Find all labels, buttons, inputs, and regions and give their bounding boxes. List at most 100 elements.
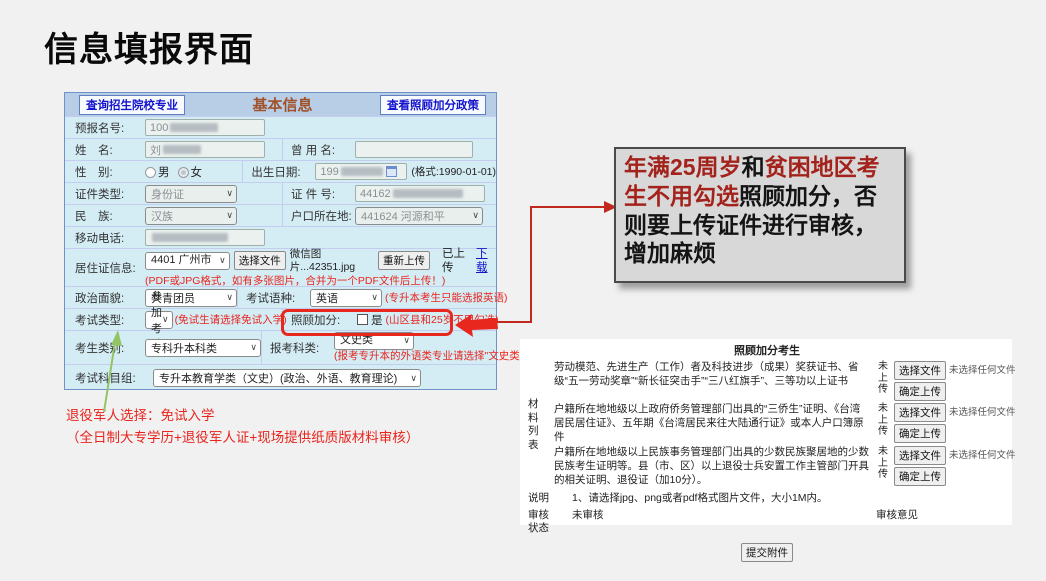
exam-lang-value: 英语 <box>316 290 338 306</box>
material-text: 户籍所在地地级以上民族事务管理部门出具的少数民族聚居地的少数民族考生证明等。县（… <box>542 446 875 487</box>
material-item: 户籍所在地地级以上政府侨务管理部门出具的“三侨生”证明、《台湾居民居住证》、五年… <box>542 403 1006 444</box>
upload-status: 未上传 <box>878 361 891 396</box>
veteran-note-line2: （全日制大专学历+退役军人证+现场提供纸质版材料审核） <box>66 427 419 449</box>
no-file-text: 未选择任何文件 <box>949 407 1016 419</box>
id-no-value: 44162 <box>360 188 391 200</box>
submit-attachment-button[interactable]: 提交附件 <box>741 543 793 562</box>
materials-list-label: 材料列表 <box>528 398 542 453</box>
ethnic-select[interactable]: 汉族∨ <box>145 207 237 225</box>
choose-file-button[interactable]: 选择文件 <box>894 361 946 380</box>
redacted-value <box>163 145 201 154</box>
prereg-input[interactable]: 100 <box>145 119 265 136</box>
household-label: 户口所在地: <box>283 208 355 224</box>
candidate-cat-value: 专科升本科类 <box>151 340 217 356</box>
name-label: 姓 名: <box>65 142 145 158</box>
row-category-subject: 考生类别: 专科升本科类∨ 报考科类: 文史类∨ (报考专升本的外语类专业请选择… <box>65 331 496 365</box>
panel-title: 照顾加分考生 <box>528 344 1006 358</box>
candidate-cat-select[interactable]: 专科升本科类∨ <box>145 339 261 357</box>
id-no-input[interactable]: 44162 <box>355 185 485 202</box>
query-colleges-button[interactable]: 查询招生院校专业 <box>79 95 185 115</box>
exam-type-label: 考试类型: <box>65 312 145 328</box>
radio-icon <box>145 167 156 178</box>
residence-label: 居住证信息: <box>65 260 145 276</box>
gender-male-radio[interactable]: 男 <box>145 164 170 180</box>
view-bonus-policy-button[interactable]: 查看照顾加分政策 <box>380 95 486 115</box>
birth-value: 199 <box>320 166 338 178</box>
exam-type-select[interactable]: 参加考试∨ <box>145 311 173 329</box>
gender-female-label: 女 <box>191 167 203 179</box>
veteran-note: 退役军人选择：免试入学 （全日制大专学历+退役军人证+现场提供纸质版材料审核） <box>66 405 419 448</box>
id-type-value: 身份证 <box>151 186 184 202</box>
mobile-label: 移动电话: <box>65 230 145 246</box>
gender-label: 性 别: <box>65 164 145 180</box>
birth-format-note: (格式:1990-01-01) <box>411 164 496 179</box>
material-text: 户籍所在地地级以上政府侨务管理部门出具的“三侨生”证明、《台湾居民居住证》、五年… <box>542 403 875 444</box>
confirm-upload-button[interactable]: 确定上传 <box>894 467 946 486</box>
subject-cat-label: 报考科类: <box>262 340 334 356</box>
chevron-down-icon: ∨ <box>472 210 479 221</box>
material-item: 户籍所在地地级以上民族事务管理部门出具的少数民族聚居地的少数民族考生证明等。县（… <box>542 446 1006 487</box>
household-select[interactable]: 441624 河源和平∨ <box>355 207 483 225</box>
redacted-value <box>393 189 463 198</box>
gender-female-radio[interactable]: 女 <box>178 164 203 180</box>
choose-file-button[interactable]: 选择文件 <box>894 403 946 422</box>
residence-reupload-button[interactable]: 重新上传 <box>378 251 430 270</box>
review-status-label: 审核状态 <box>528 509 558 535</box>
chevron-down-icon: ∨ <box>403 335 410 346</box>
row-political-lang: 政治面貌: 共青团员∨ 考试语种: 英语∨ (专升本考生只能选报英语) <box>65 287 496 309</box>
birth-input[interactable]: 199 <box>315 163 407 180</box>
note-label: 说明 <box>528 492 558 505</box>
bonus-candidates-panel: 照顾加分考生 材料列表 劳动模范、先进生产（工作）者及科技进步（成果）奖获证书、… <box>520 339 1012 525</box>
row-ethnic-household: 民 族: 汉族∨ 户口所在地: 441624 河源和平∨ <box>65 205 496 227</box>
ethnic-value: 汉族 <box>151 208 173 224</box>
mobile-input[interactable] <box>145 229 265 246</box>
chevron-down-icon: ∨ <box>226 188 233 199</box>
residence-region-value: 4401 广州市 <box>151 254 212 268</box>
form-title: 基本信息 <box>185 94 380 115</box>
chevron-down-icon: ∨ <box>371 292 378 303</box>
upload-status: 未上传 <box>878 403 891 438</box>
review-status-value: 未审核 <box>558 509 604 523</box>
choose-file-button[interactable]: 选择文件 <box>894 446 946 465</box>
exam-lang-select[interactable]: 英语 ∨ <box>310 289 382 307</box>
ethnic-label: 民 族: <box>65 208 145 224</box>
name-input[interactable]: 刘 <box>145 141 265 158</box>
upload-status: 未上传 <box>878 446 891 481</box>
page-title: 信息填报界面 <box>44 22 254 71</box>
note-text: 1、请选择jpg、png或者pdf格式图片文件，大小1M内。 <box>558 492 828 506</box>
former-name-label: 曾 用 名: <box>283 142 355 158</box>
id-no-label: 证 件 号: <box>283 186 355 202</box>
row-gender-birth: 性 别: 男 女 出生日期: 199 (格式:1990-01-01) <box>65 161 496 183</box>
exam-lang-note: (专升本考生只能选报英语) <box>385 290 508 305</box>
birth-label: 出生日期: <box>243 164 315 180</box>
chevron-down-icon: ∨ <box>219 255 226 266</box>
subject-group-value: 专升本教育学类（文史）(政治、外语、教育理论) <box>159 370 397 386</box>
material-text: 劳动模范、先进生产（工作）者及科技进步（成果）奖获证书、省级“五一劳动奖章”“新… <box>542 361 875 388</box>
political-label: 政治面貌: <box>65 290 145 306</box>
bonus-highlight-rect <box>281 309 453 336</box>
no-file-text: 未选择任何文件 <box>949 365 1016 377</box>
row-residence: 居住证信息: 4401 广州市 ∨ 选择文件 微信图片...42351.jpg 重… <box>65 249 496 287</box>
residence-download-link[interactable]: 下载 <box>476 247 496 276</box>
callout-box: 年满25周岁和贫困地区考生不用勾选照顾加分，否则要上传证件进行审核，增加麻烦 <box>614 147 906 283</box>
confirm-upload-button[interactable]: 确定上传 <box>894 382 946 401</box>
subject-group-select[interactable]: 专升本教育学类（文史）(政治、外语、教育理论)∨ <box>153 369 421 387</box>
material-item: 劳动模范、先进生产（工作）者及科技进步（成果）奖获证书、省级“五一劳动奖章”“新… <box>542 361 1006 401</box>
row-subject-group: 考试科目组: 专升本教育学类（文史）(政治、外语、教育理论)∨ <box>65 365 496 391</box>
callout-segment: 和 <box>742 154 765 180</box>
redacted-value <box>152 233 228 242</box>
id-type-label: 证件类型: <box>65 186 145 202</box>
id-type-select[interactable]: 身份证 ∨ <box>145 185 237 203</box>
prereg-label: 预报名号: <box>65 120 145 136</box>
confirm-upload-button[interactable]: 确定上传 <box>894 424 946 443</box>
form-header: 查询招生院校专业 基本信息 查看照顾加分政策 <box>65 93 496 117</box>
residence-uploaded-status: 已上传 <box>442 247 472 276</box>
residence-choose-file-button[interactable]: 选择文件 <box>234 251 286 270</box>
row-name: 姓 名: 刘 曾 用 名: <box>65 139 496 161</box>
exam-type-note: (免试生请选择免试入学) <box>175 312 287 327</box>
calendar-icon[interactable] <box>386 166 397 177</box>
residence-region-select[interactable]: 4401 广州市 ∨ <box>145 252 230 270</box>
redacted-value <box>341 167 383 176</box>
former-name-input[interactable] <box>355 141 473 158</box>
residence-file-name: 微信图片...42351.jpg <box>290 248 374 274</box>
